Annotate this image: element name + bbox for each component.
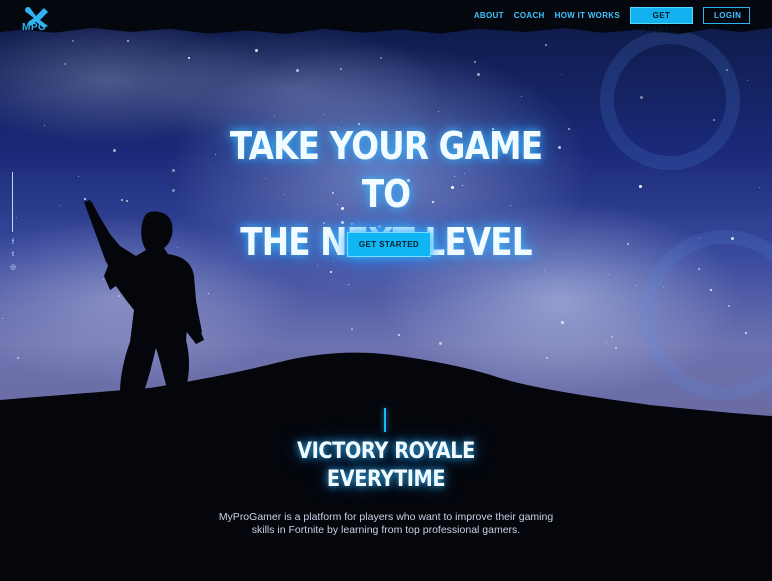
section-title-line1: VICTORY ROYALE xyxy=(297,439,475,464)
logo-text[interactable]: MPG xyxy=(22,22,46,33)
instagram-icon[interactable]: ◎ xyxy=(9,264,17,272)
nav-get-started-button[interactable]: GET STARTED xyxy=(630,7,693,35)
section-title-line2: EVERYTIME xyxy=(326,467,446,492)
facebook-icon[interactable]: f xyxy=(9,239,17,247)
twitter-icon[interactable]: t xyxy=(9,251,17,259)
hero-get-started-button[interactable]: GET STARTED xyxy=(347,232,431,257)
nav-link-how-it-works[interactable]: HOW IT WORKS xyxy=(555,11,620,20)
nav-link-coach[interactable]: COACH xyxy=(514,11,545,20)
nav-login-button[interactable]: LOGIN xyxy=(703,7,750,24)
main-nav: ABOUT COACH HOW IT WORKS GET STARTED LOG… xyxy=(464,7,750,35)
section-title: VICTORY ROYALE EVERYTIME xyxy=(254,438,518,494)
section-description-line1: MyProGamer is a platform for players who… xyxy=(218,511,554,523)
section-divider xyxy=(384,408,386,432)
hero-title-line1: TAKE YOUR GAME TO xyxy=(229,124,543,216)
nav-link-about[interactable]: ABOUT xyxy=(474,11,504,20)
section-description: MyProGamer is a platform for players who… xyxy=(196,511,576,537)
section-description-line2: skills in Fortnite by learning from top … xyxy=(251,524,521,536)
sidebar-line xyxy=(12,172,13,232)
